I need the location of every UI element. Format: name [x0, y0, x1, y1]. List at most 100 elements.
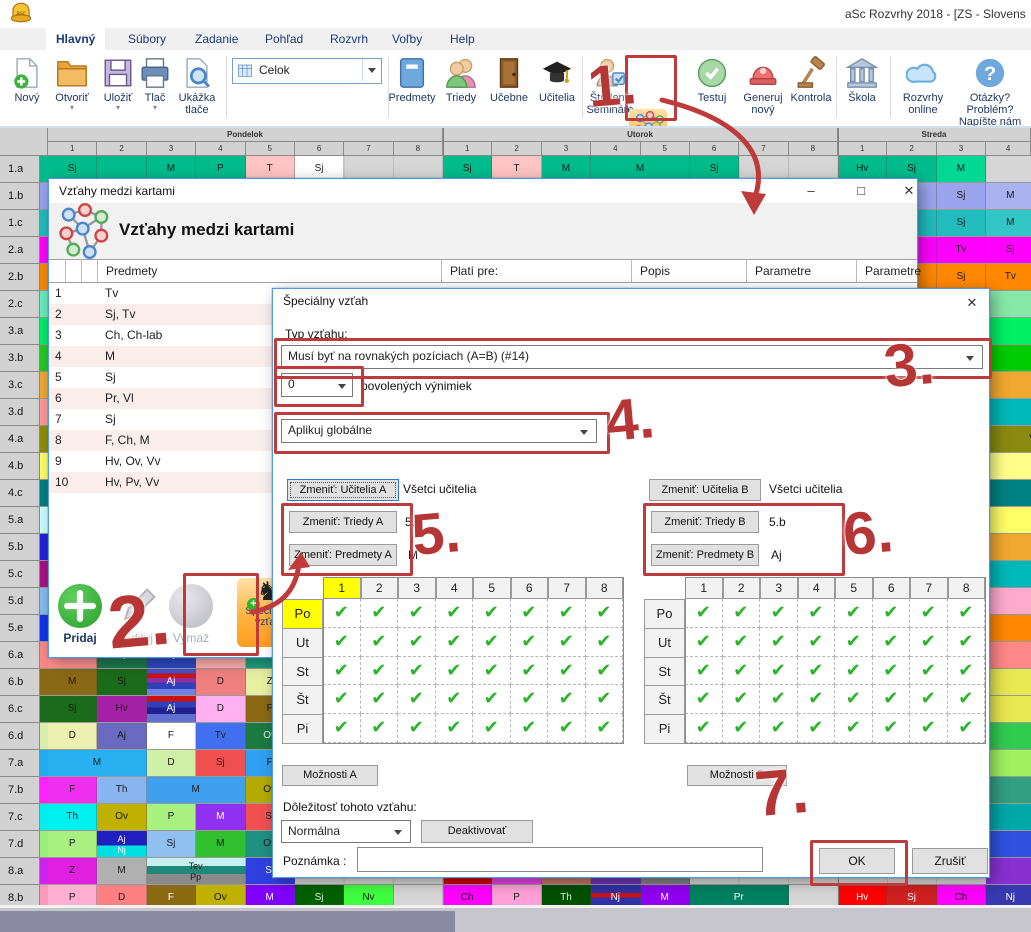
lesson-card[interactable]: Aj — [97, 723, 146, 749]
questions-help-button[interactable]: ? Otázky? Problém? Napíšte nám — [950, 52, 1030, 124]
lesson-card[interactable]: P — [492, 885, 541, 905]
lesson-card[interactable]: Sj — [937, 264, 986, 290]
lesson-card[interactable]: M — [147, 777, 246, 803]
menu-help[interactable]: Help — [440, 28, 485, 50]
lesson-card[interactable] — [986, 615, 1031, 641]
lesson-card[interactable]: D — [48, 723, 97, 749]
maximize-button[interactable]: □ — [846, 181, 876, 201]
lesson-card[interactable]: Tv — [986, 264, 1031, 290]
lesson-card[interactable]: M — [246, 885, 295, 905]
lesson-card[interactable]: Sj — [196, 750, 245, 776]
change-teachers-a-button[interactable]: Zmeniť: Učitelia A — [287, 479, 399, 501]
lesson-card[interactable]: F — [48, 777, 97, 803]
lesson-card[interactable] — [986, 669, 1031, 695]
lesson-card[interactable]: M — [48, 669, 97, 695]
lesson-card[interactable]: Sj — [295, 885, 344, 905]
classrooms-button[interactable]: Učebne — [484, 52, 534, 124]
menu-hlavny[interactable]: Hlavný — [46, 28, 105, 50]
lesson-card[interactable]: Vv — [986, 426, 1031, 452]
lesson-card[interactable]: Sj — [937, 210, 986, 236]
lesson-card[interactable]: Th — [97, 777, 146, 803]
generate-new-button[interactable]: Generuj nový — [738, 52, 788, 124]
new-button[interactable]: Nový — [4, 52, 50, 124]
ok-button[interactable]: OK — [819, 848, 895, 874]
lesson-card[interactable] — [986, 291, 1031, 317]
lesson-card[interactable]: F — [147, 723, 196, 749]
lesson-card[interactable]: M — [937, 156, 986, 182]
lesson-card[interactable]: M — [641, 885, 690, 905]
lesson-card[interactable] — [986, 399, 1031, 425]
lesson-card[interactable]: Nj — [986, 885, 1031, 905]
add-relation-button[interactable] — [58, 584, 102, 628]
lesson-card[interactable]: Tv — [196, 723, 245, 749]
lesson-card[interactable]: Sj — [48, 696, 97, 722]
lesson-card[interactable]: Ov — [97, 804, 146, 830]
lesson-card[interactable] — [986, 804, 1031, 830]
print-preview-button[interactable]: Ukážka tlače — [172, 52, 222, 124]
minimize-button[interactable]: – — [796, 181, 826, 201]
relation-type-select[interactable]: Musí byť na rovnakých pozíciach (A=B) (#… — [281, 345, 983, 369]
lesson-card[interactable]: D — [97, 885, 146, 905]
lesson-card[interactable]: Nj — [591, 885, 640, 905]
lesson-card[interactable]: M — [986, 183, 1031, 209]
lesson-card[interactable]: Sj — [986, 237, 1031, 263]
lesson-card[interactable]: M — [48, 750, 147, 776]
lesson-card[interactable]: M — [986, 210, 1031, 236]
lesson-card[interactable]: D — [147, 750, 196, 776]
lesson-card[interactable]: D — [196, 669, 245, 695]
change-subjects-b-button[interactable]: Zmeniť: Predmety B — [651, 544, 759, 566]
view-select-dropdown[interactable] — [362, 59, 381, 81]
lesson-card[interactable]: Z — [48, 858, 97, 884]
lesson-card[interactable]: Ch — [443, 885, 492, 905]
lesson-card[interactable]: TevPp — [147, 858, 246, 884]
lesson-card[interactable]: Hv — [97, 696, 146, 722]
open-button[interactable]: Otvoriť▾ — [49, 52, 95, 124]
note-input[interactable] — [357, 847, 763, 872]
cancel-button[interactable]: Zrušiť — [912, 848, 988, 874]
lesson-card[interactable] — [986, 696, 1031, 722]
lesson-card[interactable] — [986, 507, 1031, 533]
lesson-card[interactable]: Tv — [937, 237, 986, 263]
subjects-button[interactable]: Predmety — [386, 52, 438, 124]
lesson-card[interactable]: P — [48, 831, 97, 857]
change-subjects-a-button[interactable]: Zmeniť: Predmety A — [289, 544, 397, 566]
lesson-card[interactable] — [986, 480, 1031, 506]
change-teachers-b-button[interactable]: Zmeniť: Učitelia B — [649, 479, 761, 501]
lesson-card[interactable] — [986, 534, 1031, 560]
lesson-card[interactable]: M — [196, 804, 245, 830]
save-button[interactable]: Uložiť▾ — [96, 52, 140, 124]
lesson-card[interactable]: D — [196, 696, 245, 722]
close-button[interactable]: ✕ — [894, 181, 924, 201]
lesson-card[interactable] — [986, 561, 1031, 587]
lesson-card[interactable] — [986, 723, 1031, 749]
lesson-card[interactable]: Th — [48, 804, 97, 830]
lesson-card[interactable]: Pr — [690, 885, 789, 905]
check-button[interactable]: Kontrola — [788, 52, 834, 124]
menu-subory[interactable]: Súbory — [118, 28, 176, 50]
view-select[interactable]: Celok — [232, 58, 382, 84]
lesson-card[interactable] — [986, 777, 1031, 803]
lesson-card[interactable]: Sj — [937, 183, 986, 209]
lesson-card[interactable]: F — [147, 885, 196, 905]
lesson-card[interactable]: P — [48, 885, 97, 905]
delete-relation-button[interactable] — [169, 584, 213, 628]
lesson-card[interactable]: P — [147, 804, 196, 830]
lesson-card[interactable]: Hv — [838, 885, 887, 905]
lesson-card[interactable]: AjNj — [97, 831, 146, 857]
lesson-card[interactable] — [986, 372, 1031, 398]
timetables-online-button[interactable]: Rozvrhy online — [894, 52, 952, 124]
lesson-card[interactable]: Aj — [147, 669, 196, 695]
lesson-card[interactable]: M — [97, 858, 146, 884]
options-b-button[interactable]: Možnosti B — [687, 765, 787, 786]
deactivate-button[interactable]: Deaktivovať — [421, 820, 533, 843]
lesson-card[interactable]: Sj — [147, 831, 196, 857]
scrollbar-thumb[interactable] — [0, 911, 455, 932]
menu-pohlad[interactable]: Pohľad — [255, 28, 313, 50]
lesson-card[interactable]: M — [196, 831, 245, 857]
menu-zadanie[interactable]: Zadanie — [185, 28, 248, 50]
lesson-card[interactable] — [986, 453, 1031, 479]
lesson-card[interactable] — [986, 750, 1031, 776]
importance-select[interactable]: Normálna — [281, 820, 411, 843]
lesson-card[interactable] — [986, 345, 1031, 371]
lesson-card[interactable] — [986, 318, 1031, 344]
